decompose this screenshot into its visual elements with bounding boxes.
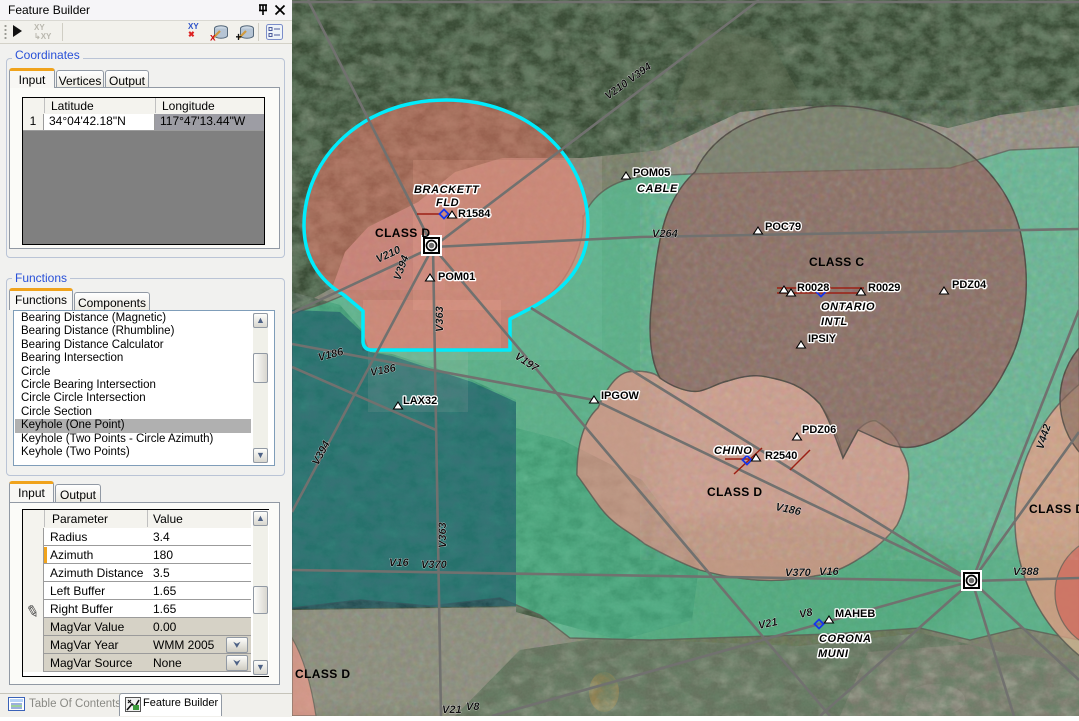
svg-text:V388: V388 (1013, 566, 1040, 578)
svg-text:POC79: POC79 (765, 221, 801, 233)
svg-text:POM05: POM05 (633, 167, 670, 179)
svg-text:FLD: FLD (436, 197, 459, 209)
svg-text:V264: V264 (652, 228, 678, 240)
svg-text:R0028: R0028 (797, 282, 829, 294)
svg-text:V370: V370 (785, 567, 812, 579)
svg-text:V363: V363 (434, 306, 446, 332)
svg-text:CORONA: CORONA (819, 633, 872, 645)
svg-text:x: x (210, 33, 216, 42)
svg-text:CLASS D: CLASS D (1029, 502, 1079, 516)
svg-text:V370: V370 (421, 559, 448, 571)
svg-text:CLASS D: CLASS D (707, 485, 762, 499)
svg-text:INTL: INTL (821, 316, 848, 328)
svg-text:V21: V21 (442, 704, 462, 716)
svg-text:BRACKETT: BRACKETT (414, 184, 480, 196)
svg-text:PDZ06: PDZ06 (802, 424, 836, 436)
svg-text:PDZ04: PDZ04 (952, 279, 987, 291)
svg-text:R0029: R0029 (868, 282, 900, 294)
svg-text:V16: V16 (819, 566, 839, 578)
svg-text:+: + (236, 30, 242, 41)
svg-text:ONTARIO: ONTARIO (821, 301, 875, 313)
svg-text:R1584: R1584 (458, 208, 491, 220)
svg-text:MAHEB: MAHEB (835, 608, 875, 620)
svg-text:CLASS C: CLASS C (809, 255, 864, 269)
svg-text:V16: V16 (389, 557, 409, 569)
svg-text:CHINO: CHINO (714, 445, 752, 457)
svg-text:R2540: R2540 (765, 450, 797, 462)
svg-text:POM01: POM01 (438, 271, 475, 283)
svg-text:MUNI: MUNI (818, 648, 849, 660)
svg-text:CABLE: CABLE (637, 183, 678, 195)
svg-text:IPGOW: IPGOW (601, 390, 640, 402)
svg-text:CLASS D: CLASS D (295, 667, 350, 681)
svg-text:IPSIY: IPSIY (808, 333, 837, 345)
svg-text:LAX32: LAX32 (403, 395, 437, 407)
svg-text:V8: V8 (466, 701, 480, 713)
svg-text:V363: V363 (437, 522, 449, 548)
svg-text:CLASS D: CLASS D (375, 226, 430, 240)
